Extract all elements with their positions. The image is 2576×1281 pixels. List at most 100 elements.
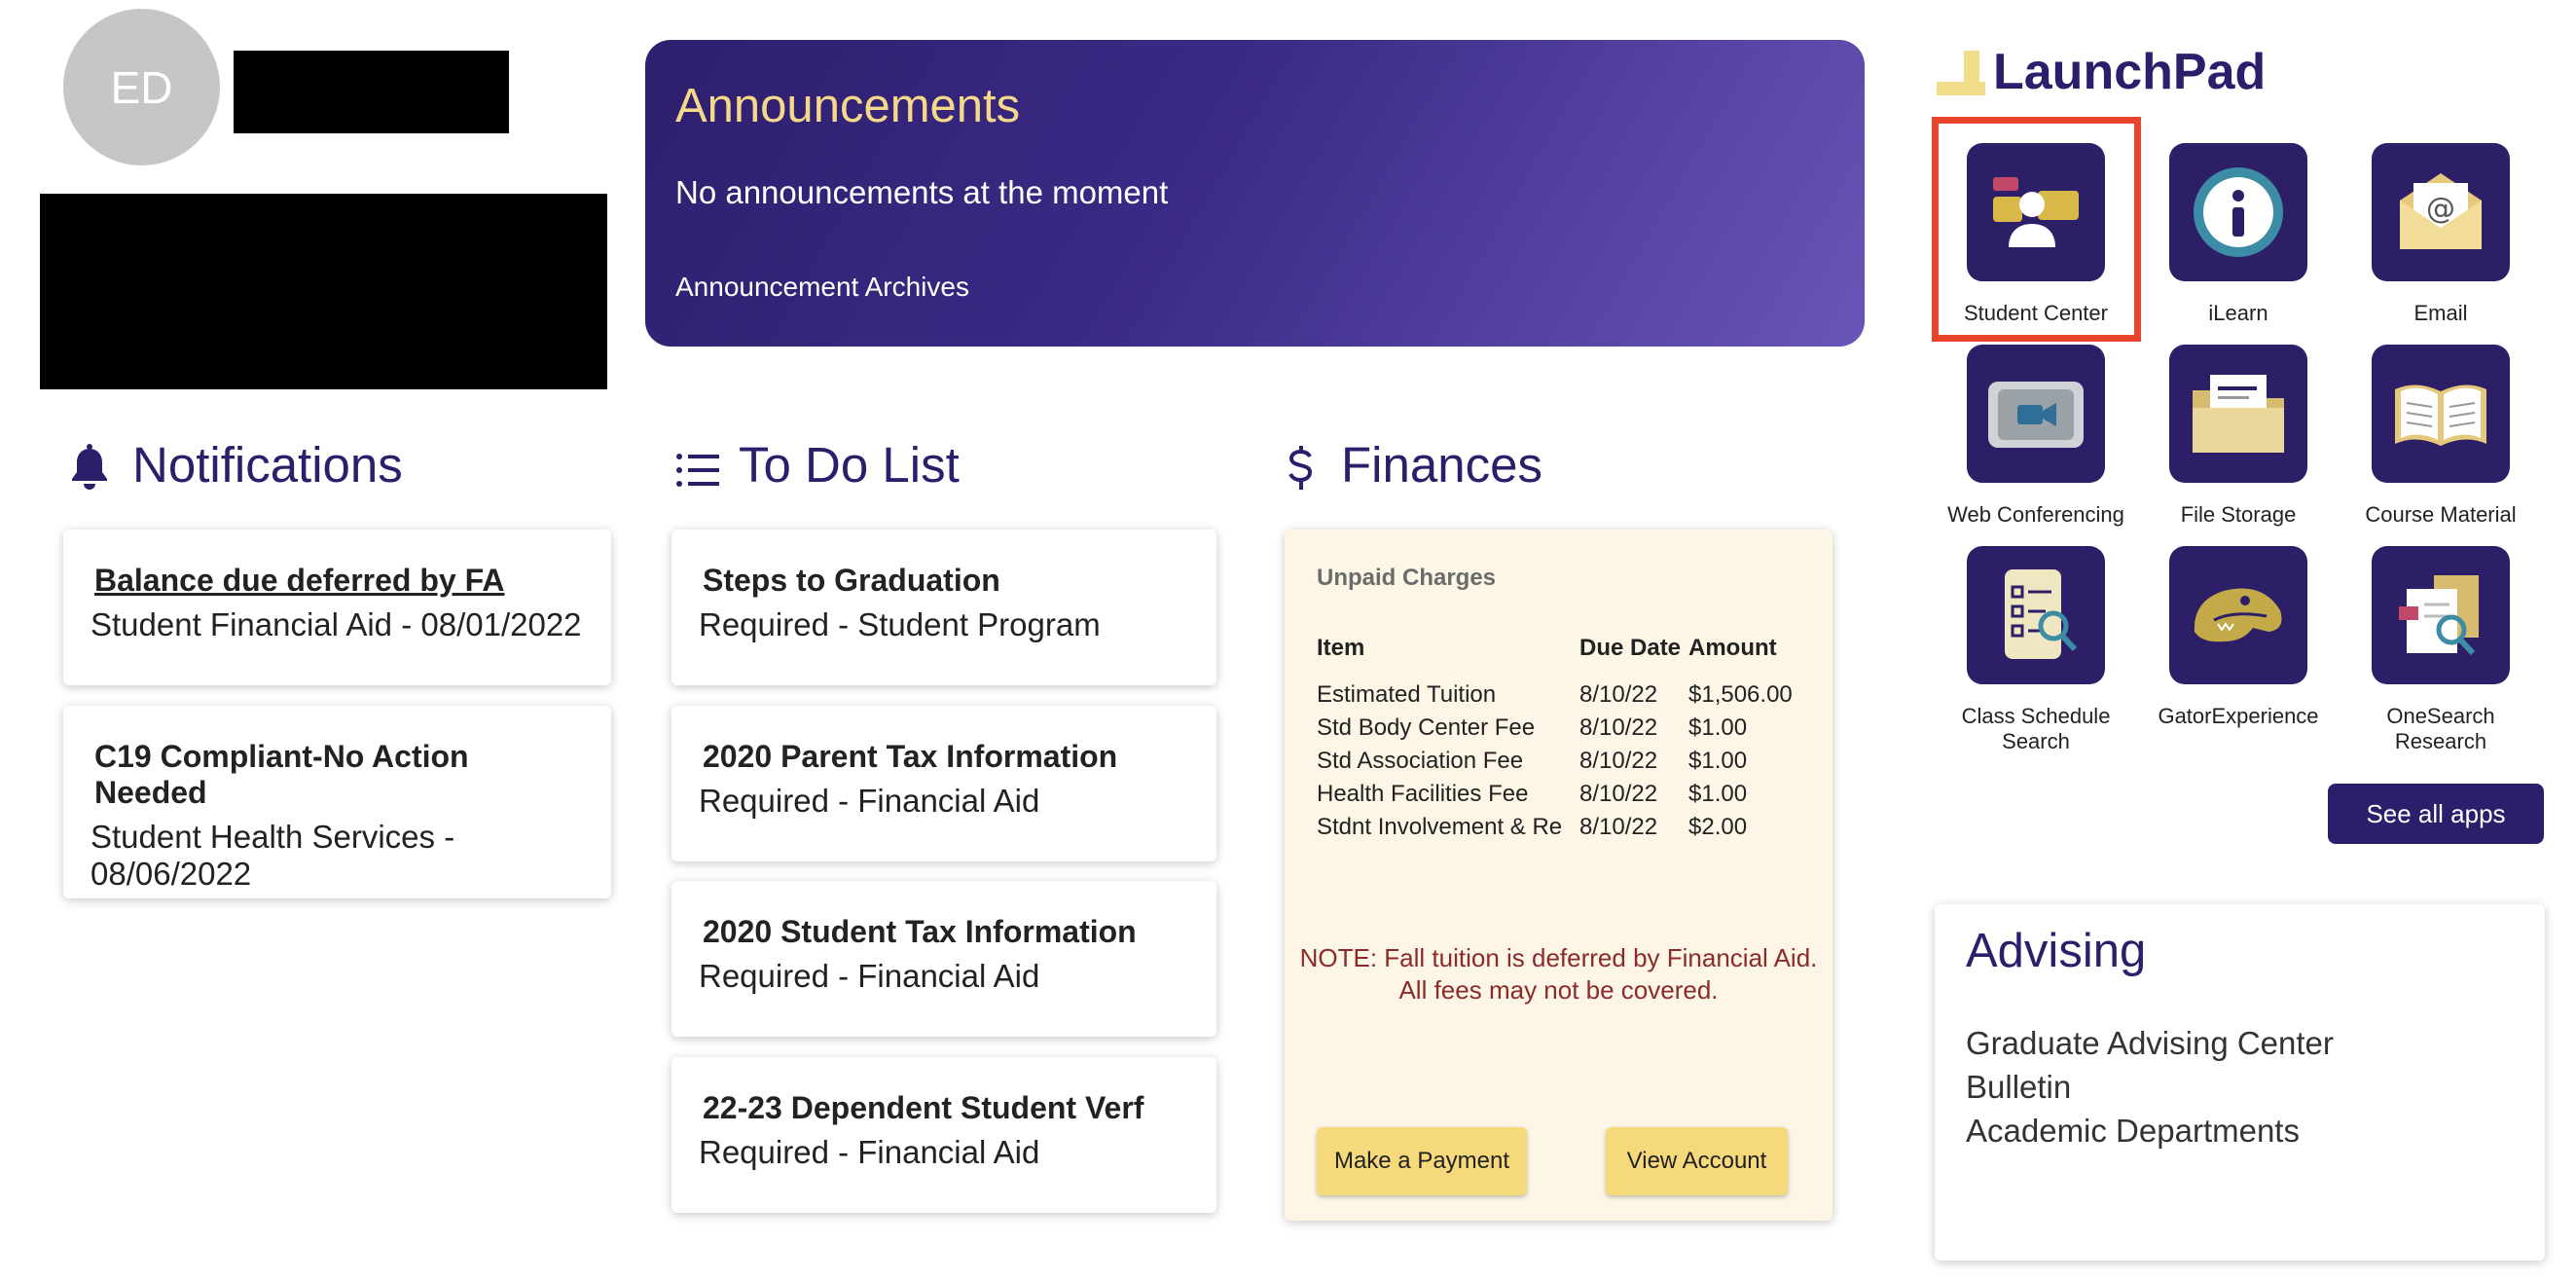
column-header: Item <box>1317 635 1365 661</box>
app-label: Email <box>2413 301 2468 325</box>
launchpad-heading: LaunchPad <box>1937 43 2266 101</box>
notification-title[interactable]: Balance due deferred by FA <box>91 563 584 599</box>
notification-subtitle: Student Health Services - 08/06/2022 <box>91 819 455 892</box>
todo-heading: To Do List <box>674 436 960 494</box>
finance-note-line: NOTE: Fall tuition is deferred by Financ… <box>1299 943 1818 972</box>
todo-item-title[interactable]: 2020 Parent Tax Information <box>699 739 1189 775</box>
charge-item: Std Body Center Fee <box>1317 714 1536 741</box>
make-payment-button[interactable]: Make a Payment <box>1317 1127 1527 1195</box>
launchpad-title: LaunchPad <box>1993 44 2267 100</box>
todo-item-title[interactable]: Steps to Graduation <box>699 563 1189 599</box>
app-label: Web Conferencing <box>1947 502 2124 527</box>
dollar-icon <box>1287 439 1325 492</box>
notification-card[interactable]: Balance due deferred by FA Student Finan… <box>63 530 611 685</box>
finance-note: NOTE: Fall tuition is deferred by Financ… <box>1285 942 1832 1006</box>
todo-card[interactable]: 2020 Student Tax Information Required - … <box>671 881 1216 1037</box>
table-row: Estimated Tuition 8/10/22 $1,506.00 <box>1317 679 1793 713</box>
todo-item-subtitle: Required - Financial Aid <box>699 958 1040 994</box>
app-course-material[interactable]: Course Material <box>2340 345 2542 528</box>
column-header: Due Date <box>1579 635 1682 661</box>
todo-item-title[interactable]: 22-23 Dependent Student Verf <box>699 1090 1189 1126</box>
unpaid-charges-title: Unpaid Charges <box>1317 565 1497 591</box>
advising-link-bulletin[interactable]: Bulletin <box>1966 1069 2514 1106</box>
app-class-schedule-search[interactable]: Class Schedule Search <box>1935 546 2137 754</box>
app-web-conferencing[interactable]: Web Conferencing <box>1935 345 2137 528</box>
charge-amount: $1.00 <box>1688 781 1748 807</box>
app-label: OneSearch Research <box>2386 704 2495 753</box>
advising-title: Advising <box>1966 925 2147 977</box>
todo-title: To Do List <box>739 437 960 493</box>
app-ilearn[interactable]: iLearn <box>2137 143 2340 326</box>
charge-amount: $2.00 <box>1688 814 1748 840</box>
charge-item: Estimated Tuition <box>1317 681 1497 708</box>
charge-due-date: 8/10/22 <box>1579 781 1658 807</box>
app-onesearch-research[interactable]: OneSearch Research <box>2340 546 2542 754</box>
video-camera-icon <box>1967 345 2105 483</box>
announcement-archives-link[interactable]: Announcement Archives <box>675 272 1834 303</box>
avatar-initials: ED <box>110 61 173 113</box>
charge-due-date: 8/10/22 <box>1579 714 1658 741</box>
app-label: Course Material <box>2365 502 2517 527</box>
svg-text:@: @ <box>2426 192 2455 226</box>
todo-item-subtitle: Required - Student Program <box>699 606 1101 642</box>
todo-card[interactable]: Steps to Graduation Required - Student P… <box>671 530 1216 685</box>
finance-note-line: All fees may not be covered. <box>1398 975 1719 1005</box>
redacted-user-name <box>234 51 509 133</box>
app-label: File Storage <box>2180 502 2297 527</box>
redacted-user-info <box>40 194 607 389</box>
finances-heading: Finances <box>1287 436 1542 494</box>
todo-card[interactable]: 2020 Parent Tax Information Required - F… <box>671 706 1216 861</box>
folder-icon <box>2169 345 2307 483</box>
notification-subtitle: Student Financial Aid - 08/01/2022 <box>91 606 582 642</box>
notification-card[interactable]: C19 Compliant-No Action Needed Student H… <box>63 706 611 898</box>
todo-item-subtitle: Required - Financial Aid <box>699 783 1040 819</box>
gator-icon <box>2169 546 2307 684</box>
advising-panel: Advising Graduate Advising Center Bullet… <box>1935 904 2545 1261</box>
todo-item-title[interactable]: 2020 Student Tax Information <box>699 914 1189 950</box>
charges-table: Item Due Date Amount Estimated Tuition 8/… <box>1317 635 1793 845</box>
notifications-heading: Notifications <box>68 436 403 494</box>
advising-link-graduate-advising-center[interactable]: Graduate Advising Center <box>1966 1025 2514 1062</box>
app-file-storage[interactable]: File Storage <box>2137 345 2340 528</box>
app-label: iLearn <box>2208 301 2268 325</box>
app-gatorexperience[interactable]: GatorExperience <box>2137 546 2340 729</box>
charge-item: Stdnt Involvement & Re <box>1317 814 1563 840</box>
notification-title[interactable]: C19 Compliant-No Action Needed <box>91 739 584 811</box>
charge-item: Std Association Fee <box>1317 748 1524 774</box>
open-book-icon <box>2372 345 2510 483</box>
todo-item-subtitle: Required - Financial Aid <box>699 1134 1040 1170</box>
finances-panel: Unpaid Charges Item Due Date Amount Esti… <box>1285 530 1832 1221</box>
app-student-center[interactable]: Student Center <box>1935 143 2137 326</box>
app-email[interactable]: @ Email <box>2340 143 2542 326</box>
charge-due-date: 8/10/22 <box>1579 814 1658 840</box>
avatar[interactable]: ED <box>63 9 220 165</box>
table-row: Std Association Fee 8/10/22 $1.00 <box>1317 746 1793 779</box>
announcements-panel: Announcements No announcements at the mo… <box>645 40 1865 347</box>
notifications-title: Notifications <box>132 437 403 493</box>
announcements-message: No announcements at the moment <box>675 174 1169 210</box>
research-icon <box>2372 546 2510 684</box>
charge-due-date: 8/10/22 <box>1579 681 1658 708</box>
todo-card[interactable]: 22-23 Dependent Student Verf Required - … <box>671 1057 1216 1213</box>
charge-due-date: 8/10/22 <box>1579 748 1658 774</box>
see-all-apps-button[interactable]: See all apps <box>2328 784 2544 844</box>
table-row: Std Body Center Fee 8/10/22 $1.00 <box>1317 713 1793 746</box>
list-icon <box>674 439 723 492</box>
email-icon: @ <box>2372 143 2510 281</box>
charge-amount: $1.00 <box>1688 714 1748 741</box>
schedule-search-icon <box>1967 546 2105 684</box>
bell-icon <box>68 439 117 492</box>
announcements-title: Announcements <box>675 80 1021 132</box>
column-header: Amount <box>1688 635 1777 661</box>
table-row: Stdnt Involvement & Re 8/10/22 $2.00 <box>1317 812 1793 845</box>
charge-amount: $1,506.00 <box>1688 681 1793 708</box>
view-account-button[interactable]: View Account <box>1606 1127 1788 1195</box>
charge-amount: $1.00 <box>1688 748 1748 774</box>
info-icon <box>2169 143 2307 281</box>
finances-title: Finances <box>1341 437 1542 493</box>
table-row: Health Facilities Fee 8/10/22 $1.00 <box>1317 779 1793 812</box>
app-label: Class Schedule Search <box>1961 704 2111 753</box>
advising-link-academic-departments[interactable]: Academic Departments <box>1966 1113 2514 1150</box>
app-label: Student Center <box>1964 301 2108 325</box>
charge-item: Health Facilities Fee <box>1317 781 1529 807</box>
